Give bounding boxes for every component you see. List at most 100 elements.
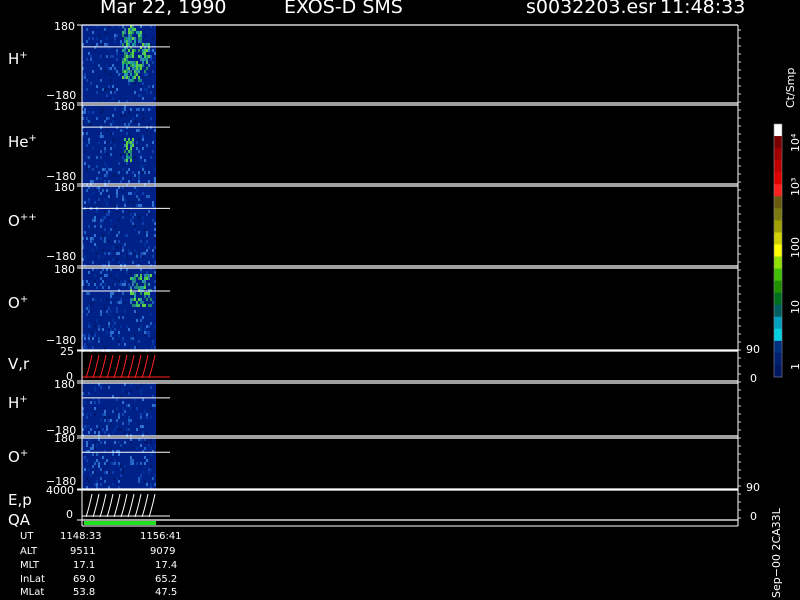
spectrogram-cell bbox=[104, 252, 106, 255]
spectrogram-cell bbox=[134, 213, 136, 216]
spectrogram-cell bbox=[128, 431, 130, 434]
spectrogram-cell bbox=[132, 280, 134, 283]
spectrogram-cell bbox=[88, 334, 90, 337]
spectrogram-cell bbox=[94, 298, 96, 301]
spectrogram-cell bbox=[132, 49, 134, 52]
spectrogram-cell bbox=[130, 28, 132, 31]
spectrogram-cell bbox=[118, 480, 120, 483]
spectrogram-cell bbox=[146, 234, 148, 237]
spectrogram-cell bbox=[84, 425, 86, 428]
spectrogram-cell bbox=[150, 468, 152, 471]
spectrogram-cell bbox=[96, 319, 98, 322]
spectrogram-cell bbox=[128, 201, 130, 204]
spectrogram-cell bbox=[142, 168, 144, 171]
spectrogram-cell bbox=[134, 174, 136, 177]
spectrogram-cell bbox=[122, 283, 124, 286]
spectrogram-cell bbox=[120, 325, 122, 328]
spectrogram-cell bbox=[136, 404, 138, 407]
spectrogram-cell bbox=[132, 456, 134, 459]
spectrogram-cell bbox=[134, 91, 136, 94]
spectrogram-cell bbox=[88, 304, 90, 307]
spectrogram-cell bbox=[106, 271, 108, 274]
spectrogram-cell bbox=[102, 108, 104, 111]
spectrogram-cell bbox=[110, 177, 112, 180]
spectrogram-cell bbox=[144, 277, 146, 280]
spectrogram-cell bbox=[118, 280, 120, 283]
spectrogram-cell bbox=[154, 325, 156, 328]
spectrogram-cell bbox=[106, 428, 108, 431]
spectrogram-cell bbox=[98, 91, 100, 94]
spectrogram-cell bbox=[118, 331, 120, 334]
spectrogram-cell bbox=[148, 43, 150, 46]
spectrogram-cell bbox=[92, 237, 94, 240]
spectrogram-cell bbox=[126, 271, 128, 274]
spectrogram-cell bbox=[126, 162, 128, 165]
spectrogram-cell bbox=[154, 129, 156, 132]
spectrogram-cell bbox=[134, 298, 136, 301]
spectrogram-cell bbox=[128, 283, 130, 286]
spectrogram-cell bbox=[128, 43, 130, 46]
spectrogram-cell bbox=[124, 144, 126, 147]
spectrogram-cell bbox=[110, 73, 112, 76]
spectrogram-cell bbox=[106, 201, 108, 204]
spectrogram-cell bbox=[126, 52, 128, 55]
spectrogram-cell bbox=[136, 319, 138, 322]
spectrogram-cell bbox=[142, 304, 144, 307]
spectrogram-cell bbox=[140, 328, 142, 331]
spectrogram-cell bbox=[128, 141, 130, 144]
spectrogram-cell bbox=[84, 76, 86, 79]
spectrogram-cell bbox=[94, 413, 96, 416]
spectrogram-cell bbox=[92, 465, 94, 468]
spectrogram-cell bbox=[86, 237, 88, 240]
spectrogram-cell bbox=[140, 286, 142, 289]
spectrogram-cell bbox=[116, 156, 118, 159]
spectrogram-cell bbox=[122, 465, 124, 468]
spectrogram-cell bbox=[100, 271, 102, 274]
spectrogram-cell bbox=[148, 76, 150, 79]
spectrogram-cell bbox=[108, 147, 110, 150]
spectrogram-cell bbox=[104, 174, 106, 177]
spectrogram-cell bbox=[138, 328, 140, 331]
colorbar-swatch bbox=[774, 232, 782, 245]
trace-v-r bbox=[106, 354, 114, 379]
spectrogram-cell bbox=[100, 79, 102, 82]
colorbar-tick-1000: 10³ bbox=[789, 177, 800, 196]
spectrogram-cell bbox=[132, 67, 134, 70]
info-start-ut: 1148:33 bbox=[60, 531, 102, 542]
spectrogram-cell bbox=[132, 407, 134, 410]
spectrogram-cell bbox=[108, 240, 110, 243]
spectrogram-cell bbox=[124, 283, 126, 286]
spectrogram-cell bbox=[154, 444, 156, 447]
trace-e-p bbox=[92, 493, 100, 518]
spectrogram-cell bbox=[104, 419, 106, 422]
spectrogram-cell bbox=[152, 37, 154, 40]
spectrogram-cell bbox=[114, 240, 116, 243]
spectrogram-cell bbox=[104, 462, 106, 465]
spectrogram-cell bbox=[110, 168, 112, 171]
spectrogram-cell bbox=[118, 192, 120, 195]
spectrogram-cell bbox=[98, 198, 100, 201]
spectrogram-cell bbox=[128, 280, 130, 283]
spectrogram-cell bbox=[152, 404, 154, 407]
spectrogram-cell bbox=[88, 201, 90, 204]
spectrogram-cell bbox=[140, 204, 142, 207]
spectrogram-cell bbox=[128, 168, 130, 171]
trace-v-r bbox=[92, 354, 100, 379]
info-start-alt: 9511 bbox=[70, 546, 96, 557]
spectrogram-cell bbox=[140, 88, 142, 91]
trace-v-r bbox=[141, 354, 149, 379]
spectrogram-cell bbox=[90, 82, 92, 85]
spectrogram-cell bbox=[150, 465, 152, 468]
spectrogram-cell bbox=[110, 419, 112, 422]
spectrogram-cell bbox=[106, 153, 108, 156]
spectrogram-cell bbox=[100, 225, 102, 228]
spectrogram-cell bbox=[94, 386, 96, 389]
colorbar-swatch bbox=[774, 340, 782, 354]
spectrogram-cell bbox=[136, 67, 138, 70]
spectrogram-cell bbox=[136, 70, 138, 73]
spectrogram-cell bbox=[92, 337, 94, 340]
spectrogram-cell bbox=[154, 334, 156, 337]
spectrogram-cell bbox=[88, 82, 90, 85]
spectrogram-cell bbox=[128, 37, 130, 40]
spectrogram-cell bbox=[84, 255, 86, 258]
